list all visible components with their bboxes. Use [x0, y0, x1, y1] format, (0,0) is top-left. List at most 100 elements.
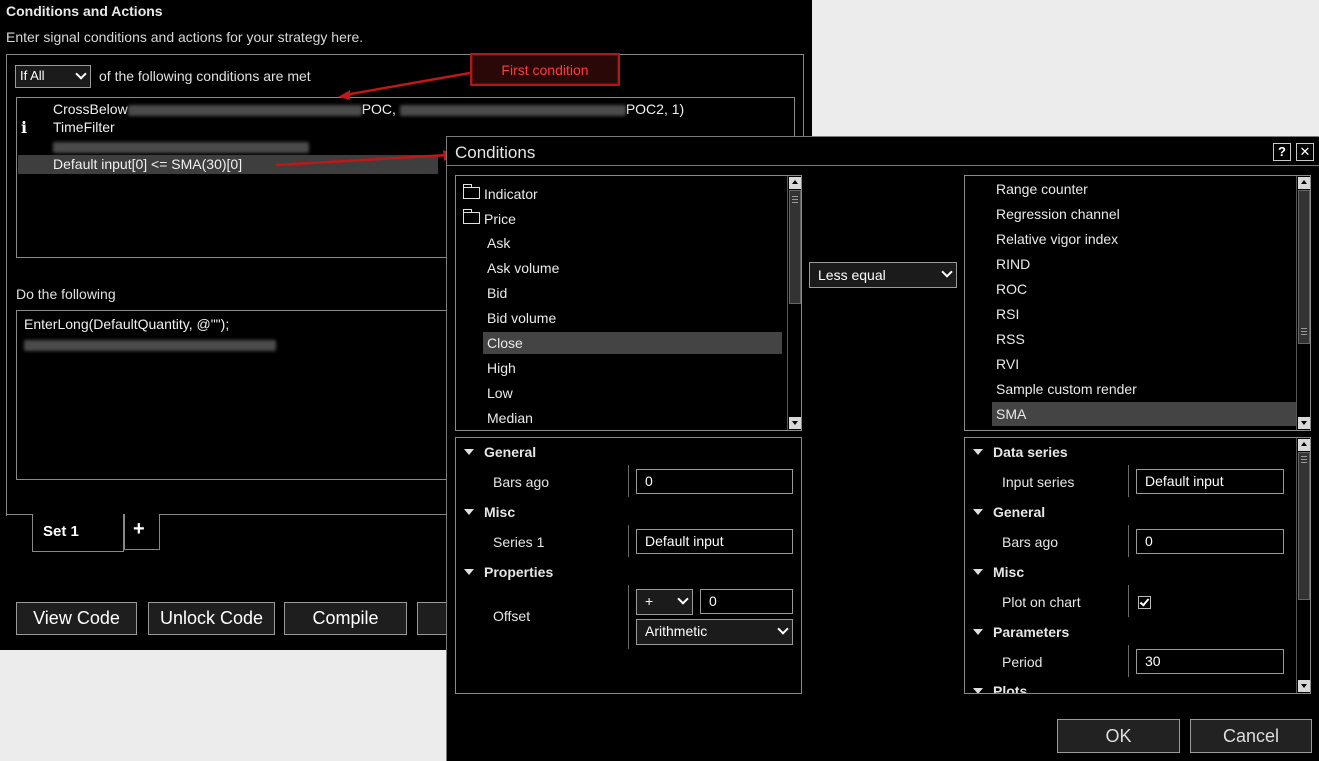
list-item[interactable]: ROC: [996, 281, 1027, 297]
scroll-down-icon[interactable]: [1298, 680, 1310, 692]
left-item-tree[interactable]: Indicator Price Ask Ask volume Bid Bid v…: [455, 175, 802, 431]
category-parameters[interactable]: Parameters: [973, 624, 1069, 640]
if-mode-select[interactable]: If All: [15, 65, 91, 88]
offset-value-field[interactable]: 0: [700, 589, 793, 614]
offset-sign-value: +: [645, 593, 654, 609]
compile-button[interactable]: Compile: [284, 602, 407, 635]
right-item-list[interactable]: Range counter Regression channel Relativ…: [964, 175, 1311, 431]
category-properties[interactable]: Properties: [464, 564, 553, 580]
scroll-thumb[interactable]: [1298, 190, 1310, 344]
list-item[interactable]: RSS: [996, 331, 1025, 347]
category-general[interactable]: General: [973, 504, 1045, 520]
condition-row-blurred[interactable]: [53, 138, 309, 154]
action-row[interactable]: EnterLong(DefaultQuantity, @"");: [24, 316, 229, 332]
series-field[interactable]: Default input: [636, 529, 793, 554]
scroll-thumb[interactable]: [789, 190, 801, 304]
list-item[interactable]: RSI: [996, 306, 1019, 322]
tree-item[interactable]: High: [487, 360, 516, 376]
period-field[interactable]: 30: [1136, 649, 1284, 674]
scroll-down-icon[interactable]: [1298, 417, 1310, 429]
window-subtitle: Enter signal conditions and actions for …: [6, 29, 364, 45]
add-set-button[interactable]: +: [124, 514, 160, 550]
category-misc[interactable]: Misc: [464, 504, 515, 520]
tree-item[interactable]: Low: [487, 385, 513, 401]
category-general[interactable]: General: [464, 444, 536, 460]
scroll-up-icon[interactable]: [789, 177, 801, 189]
series-label: Series 1: [493, 534, 545, 550]
tree-folder-price[interactable]: Price: [463, 209, 516, 227]
help-icon[interactable]: ?: [1273, 143, 1291, 161]
offset-sign-select[interactable]: +: [636, 589, 693, 615]
expand-arrow-icon: [973, 629, 983, 636]
category-misc[interactable]: Misc: [973, 564, 1024, 580]
tree-item[interactable]: Bid volume: [487, 310, 556, 326]
list-item-selected[interactable]: SMA: [992, 402, 1296, 426]
cancel-button[interactable]: Cancel: [1190, 719, 1312, 753]
chevron-down-icon: [677, 593, 689, 605]
action-row-blurred[interactable]: [24, 336, 276, 352]
tree-item[interactable]: Median: [487, 410, 533, 426]
column-divider: [628, 525, 629, 557]
expand-arrow-icon: [464, 449, 474, 456]
scroll-thumb[interactable]: [1298, 452, 1310, 600]
blurred-text: [127, 104, 362, 116]
category-data-series[interactable]: Data series: [973, 444, 1068, 460]
dialog-title: Conditions: [455, 143, 536, 162]
chevron-down-icon: [777, 623, 789, 635]
tree-item-selected[interactable]: Close: [483, 332, 782, 354]
conditions-dialog: Conditions ? ✕ Indicator Price Ask Ask v…: [446, 136, 1319, 761]
category-plots[interactable]: Plots: [973, 683, 1028, 694]
folder-open-icon: [463, 209, 480, 225]
column-divider: [1128, 585, 1129, 617]
do-label: Do the following: [16, 286, 116, 302]
column-divider: [628, 465, 629, 497]
expand-arrow-icon: [973, 688, 983, 693]
condition-row[interactable]: TimeFilter: [53, 119, 115, 135]
scroll-up-icon[interactable]: [1298, 177, 1310, 189]
offset-type-value: Arithmetic: [645, 623, 708, 639]
titlebar-divider: [447, 165, 1319, 166]
operator-select[interactable]: Less equal: [809, 262, 957, 288]
window-title: Conditions and Actions: [6, 3, 163, 19]
list-item[interactable]: RIND: [996, 256, 1030, 272]
list-item[interactable]: Relative vigor index: [996, 231, 1118, 247]
column-divider: [1128, 465, 1129, 497]
category-label: Plots: [993, 683, 1028, 694]
offset-type-select[interactable]: Arithmetic: [636, 619, 793, 645]
bars-ago-field[interactable]: 0: [636, 469, 793, 494]
input-series-label: Input series: [1002, 474, 1075, 490]
blurred-text: [399, 104, 626, 116]
condition-row[interactable]: CrossBelow POC, POC2, 1): [53, 101, 684, 117]
plot-on-chart-checkbox[interactable]: [1138, 596, 1151, 609]
ok-button[interactable]: OK: [1057, 719, 1180, 753]
list-item[interactable]: RVI: [996, 356, 1019, 372]
tree-item[interactable]: Bid: [487, 285, 507, 301]
left-tree-scrollbar[interactable]: [787, 176, 801, 430]
list-item[interactable]: Range counter: [996, 181, 1088, 197]
category-label: Misc: [993, 564, 1025, 580]
tree-item[interactable]: Ask: [487, 235, 510, 251]
column-divider: [1128, 525, 1129, 557]
expand-arrow-icon: [973, 509, 983, 516]
close-icon[interactable]: ✕: [1296, 143, 1314, 161]
unlock-code-button[interactable]: Unlock Code: [148, 602, 275, 635]
offset-label: Offset: [493, 608, 531, 624]
category-label: Parameters: [993, 624, 1070, 640]
bars-ago-field[interactable]: 0: [1136, 529, 1284, 554]
right-grid-scrollbar[interactable]: [1296, 438, 1310, 693]
folder-icon: [463, 184, 480, 200]
list-item[interactable]: Sample custom render: [996, 381, 1137, 397]
plus-icon: +: [133, 518, 145, 540]
expand-arrow-icon: [464, 569, 474, 576]
tree-folder-indicator[interactable]: Indicator: [463, 184, 538, 202]
category-label: Data series: [993, 444, 1068, 460]
tab-set-1[interactable]: Set 1: [32, 514, 124, 552]
scroll-down-icon[interactable]: [789, 417, 801, 429]
condition-row-selected[interactable]: Default input[0] <= SMA(30)[0]: [53, 156, 242, 172]
view-code-button[interactable]: View Code: [16, 602, 137, 635]
list-item[interactable]: Regression channel: [996, 206, 1120, 222]
right-list-scrollbar[interactable]: [1296, 176, 1310, 430]
input-series-field[interactable]: Default input: [1136, 469, 1284, 494]
tree-item[interactable]: Ask volume: [487, 260, 559, 276]
scroll-up-icon[interactable]: [1298, 439, 1310, 451]
